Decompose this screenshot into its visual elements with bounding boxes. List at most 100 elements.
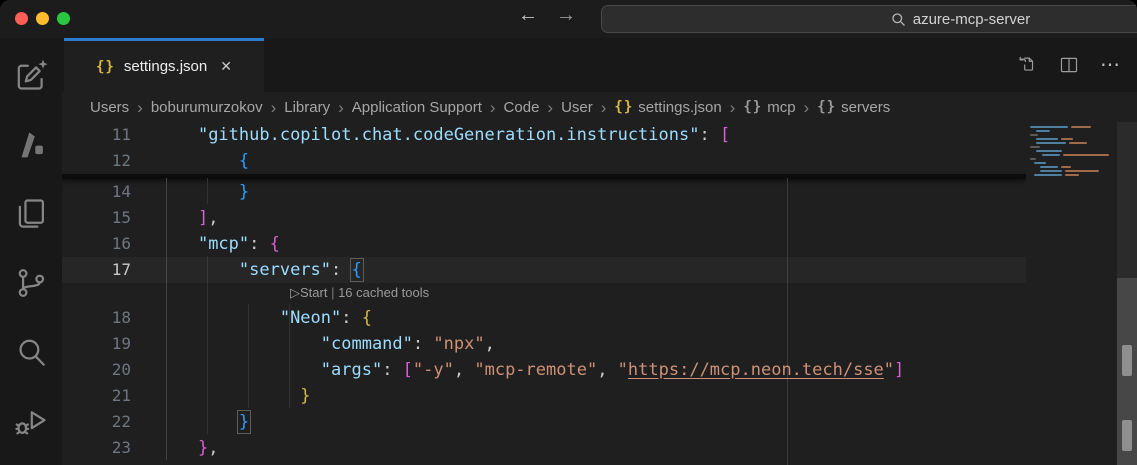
code-text: "github.copilot.chat.codeGeneration.inst…: [131, 122, 730, 148]
braces-icon: {}: [614, 99, 633, 115]
url-link[interactable]: https://mcp.neon.tech/sse: [628, 360, 884, 380]
breadcrumb-item-user[interactable]: User: [561, 99, 593, 116]
search-sidebar-icon[interactable]: [10, 331, 52, 373]
breadcrumb-separator: ›: [547, 100, 553, 115]
copilot-edits-icon[interactable]: [10, 55, 52, 97]
breadcrumb-label: User: [561, 99, 593, 116]
breadcrumb: Users › boburumurzokov › Library › Application…: [62, 92, 1137, 122]
code-region[interactable]: 11 "github.copilot.chat.codeGeneration.i…: [62, 122, 1026, 465]
code-text: }: [131, 383, 311, 409]
code-text: "chat.mcp.discovery.enabled": "true": [131, 461, 566, 465]
code-text: }: [131, 409, 249, 435]
tab-settings-json[interactable]: {} settings.json ✕: [64, 38, 264, 92]
titlebar: ← → azure-mcp-server: [0, 0, 1137, 38]
line-number: 22: [62, 409, 131, 435]
explorer-icon[interactable]: [10, 193, 52, 235]
codelens-divider: |: [327, 285, 338, 300]
breadcrumb-label: Application Support: [352, 99, 482, 116]
breadcrumb-label: boburumurzokov: [151, 99, 263, 116]
line-number: 23: [62, 435, 131, 461]
breadcrumb-label: Code: [504, 99, 540, 116]
code-line-14[interactable]: 14 }: [62, 179, 1026, 205]
activity-bar: [0, 38, 62, 465]
open-changes-icon[interactable]: [1016, 54, 1038, 76]
code-text: "Neon": {: [131, 305, 372, 331]
breadcrumb-label: mcp: [767, 99, 795, 116]
more-actions-icon[interactable]: ⋯: [1100, 54, 1121, 76]
breadcrumb-item-library[interactable]: Library: [284, 99, 330, 116]
tab-close-icon[interactable]: ✕: [220, 58, 232, 75]
code-line-23[interactable]: 23 },: [62, 435, 1026, 461]
code-line-19[interactable]: 19 "command": "npx",: [62, 331, 1026, 357]
scrollbar-thumb[interactable]: [1122, 420, 1132, 451]
code-line-18[interactable]: 18 "Neon": {: [62, 305, 1026, 331]
json-braces-icon: {}: [96, 59, 115, 75]
braces-icon: {}: [817, 99, 836, 115]
window-controls: [15, 12, 70, 25]
breadcrumb-separator: ›: [137, 100, 143, 115]
right-scrollbar-strip: [1117, 122, 1137, 465]
breadcrumb-item-servers[interactable]: {} servers: [817, 99, 890, 116]
editor[interactable]: 11 "github.copilot.chat.codeGeneration.i…: [62, 122, 1137, 465]
breadcrumb-label: Users: [90, 99, 129, 116]
breadcrumb-label: servers: [841, 99, 890, 116]
code-text: {: [131, 148, 249, 174]
code-text: },: [131, 435, 218, 461]
breadcrumb-item-mcp[interactable]: {} mcp: [743, 99, 795, 116]
breadcrumb-separator: ›: [601, 100, 607, 115]
breadcrumb-separator: ›: [271, 100, 277, 115]
code-text: "command": "npx",: [131, 331, 495, 357]
code-line-11[interactable]: 11 "github.copilot.chat.codeGeneration.i…: [62, 122, 1026, 148]
extension-logo-icon[interactable]: [10, 124, 52, 166]
command-center-label: azure-mcp-server: [913, 11, 1031, 28]
source-control-icon[interactable]: [10, 262, 52, 304]
forward-icon[interactable]: →: [556, 4, 576, 27]
breadcrumb-item-boburumurzokov[interactable]: boburumurzokov: [151, 99, 263, 116]
scrollbar-thumb[interactable]: [1122, 345, 1132, 376]
editor-actions: ⋯: [1016, 38, 1137, 92]
code-line-12[interactable]: 12 {: [62, 148, 1026, 174]
breadcrumb-item-users[interactable]: Users: [90, 99, 129, 116]
line-number: 24: [62, 461, 131, 465]
line-number: 12: [62, 148, 131, 174]
line-number: 19: [62, 331, 131, 357]
tab-label: settings.json: [124, 58, 207, 75]
breadcrumb-separator: ›: [730, 100, 736, 115]
code-line-17[interactable]: 17 "servers": {: [62, 257, 1026, 283]
breadcrumb-item-settings-json[interactable]: {}settings.json: [614, 99, 721, 116]
line-number: 14: [62, 179, 131, 205]
line-number: 16: [62, 231, 131, 257]
line-number: 15: [62, 205, 131, 231]
sticky-scroll: 11 "github.copilot.chat.codeGeneration.i…: [62, 122, 1026, 174]
code-line-16[interactable]: 16 "mcp": {: [62, 231, 1026, 257]
back-icon[interactable]: ←: [518, 4, 538, 27]
code-line-21[interactable]: 21 }: [62, 383, 1026, 409]
braces-icon: {}: [743, 99, 762, 115]
code-line-22[interactable]: 22 }: [62, 409, 1026, 435]
run-debug-icon[interactable]: [10, 400, 52, 442]
minimize-window-button[interactable]: [36, 12, 49, 25]
code-line-24[interactable]: 24 "chat.mcp.discovery.enabled": "true": [62, 461, 1026, 465]
command-center-search[interactable]: azure-mcp-server: [601, 5, 1137, 33]
breadcrumb-item-application-support[interactable]: Application Support: [352, 99, 482, 116]
line-number: 17: [62, 257, 131, 283]
code-text: ],: [131, 205, 218, 231]
line-number: 18: [62, 305, 131, 331]
codelens-cached-tools-link[interactable]: 16 cached tools: [338, 285, 429, 300]
breadcrumb-label: Library: [284, 99, 330, 116]
code-text: "servers": {: [131, 257, 362, 283]
breadcrumb-separator: ›: [804, 100, 810, 115]
line-number: 11: [62, 122, 131, 148]
search-icon: [891, 12, 906, 27]
history-navigation: ← →: [518, 4, 576, 27]
code-line-15[interactable]: 15 ],: [62, 205, 1026, 231]
zoom-window-button[interactable]: [57, 12, 70, 25]
close-window-button[interactable]: [15, 12, 28, 25]
breadcrumb-item-code[interactable]: Code: [504, 99, 540, 116]
code-line-20[interactable]: 20 "args": ["-y", "mcp-remote", "https:/…: [62, 357, 1026, 383]
minimap[interactable]: [1026, 122, 1117, 465]
split-editor-icon[interactable]: [1058, 54, 1080, 76]
line-number: 20: [62, 357, 131, 383]
vscode-window: ← → azure-mcp-server: [0, 0, 1137, 465]
codelens-start-link[interactable]: ▷Start: [290, 285, 327, 300]
